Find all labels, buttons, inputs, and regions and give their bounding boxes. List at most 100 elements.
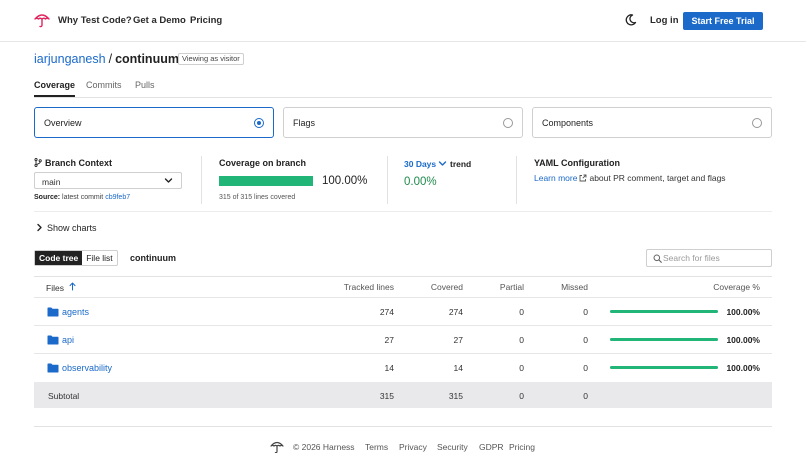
partial-column-header[interactable]: Partial — [480, 282, 524, 292]
footer-link-gdpr[interactable]: GDPR — [479, 442, 504, 452]
row-divider — [34, 325, 772, 326]
repo-breadcrumb: iarjunganesh / continuum — [34, 52, 179, 66]
source-commit-info: Source: latest commit cb9feb7 — [34, 194, 130, 201]
folder-icon — [47, 307, 59, 317]
coverage-percent-column-header[interactable]: Coverage % — [700, 282, 760, 292]
tracked-lines-cell: 27 — [384, 335, 394, 345]
tracked-lines-cell: 274 — [379, 307, 394, 317]
learn-more-link[interactable]: Learn more — [534, 173, 577, 183]
trend-value: 0.00% — [404, 176, 437, 188]
missed-column-header[interactable]: Missed — [545, 282, 588, 292]
branch-context-title: Branch Context — [34, 158, 112, 168]
tab-pulls[interactable]: Pulls — [135, 80, 155, 90]
covered-cell: 27 — [453, 335, 463, 345]
tab-commits[interactable]: Commits — [86, 80, 122, 90]
subtotal-missed: 0 — [583, 391, 588, 401]
coverage-bar-fill — [610, 310, 718, 313]
lines-covered-text: 315 of 315 lines covered — [219, 194, 296, 201]
code-tree-button[interactable]: Code tree — [35, 251, 83, 265]
covered-cell: 274 — [448, 307, 463, 317]
branch-icon — [34, 158, 42, 167]
subtotal-label: Subtotal — [48, 391, 80, 401]
nav-get-a-demo[interactable]: Get a Demo — [133, 15, 186, 26]
chevron-down-icon — [164, 178, 173, 183]
header-divider — [34, 297, 772, 298]
show-charts-toggle[interactable]: Show charts — [36, 223, 97, 233]
missed-cell: 0 — [583, 335, 588, 345]
components-option-label: Components — [542, 118, 594, 128]
footer-link-privacy[interactable]: Privacy — [399, 442, 427, 452]
show-charts-label: Show charts — [47, 223, 97, 233]
tab-coverage[interactable]: Coverage — [34, 80, 75, 90]
owner-link[interactable]: iarjunganesh — [34, 52, 106, 66]
page-footer: © 2026 Harness Terms Privacy Security GD… — [0, 440, 806, 453]
summary-divider — [387, 156, 388, 204]
trend-chevron-down-icon[interactable] — [438, 159, 447, 168]
nav-why-test-code[interactable]: Why Test Code? — [58, 15, 132, 26]
coverage-bar — [610, 338, 718, 341]
viewing-as-visitor-badge: Viewing as visitor — [178, 53, 244, 65]
missed-cell: 0 — [583, 307, 588, 317]
partial-cell: 0 — [519, 307, 524, 317]
external-link-icon — [580, 174, 587, 182]
file-list-button[interactable]: File list — [82, 251, 116, 265]
search-icon — [653, 254, 662, 263]
search-input[interactable] — [663, 252, 767, 264]
yaml-configuration-text: Learn more about PR comment, target and … — [534, 173, 726, 183]
flags-option-label: Flags — [293, 118, 316, 128]
files-column-header[interactable]: Files — [46, 282, 76, 293]
tracked-lines-cell: 14 — [384, 363, 394, 373]
components-radio[interactable] — [752, 118, 762, 128]
folder-icon — [47, 335, 59, 345]
coverage-bar-fill — [610, 366, 718, 369]
footer-link-pricing[interactable]: Pricing — [509, 442, 535, 452]
flags-radio[interactable] — [503, 118, 513, 128]
file-search-box[interactable] — [646, 249, 772, 267]
overview-radio[interactable] — [254, 118, 264, 128]
codecov-umbrella-logo-icon[interactable] — [34, 12, 50, 28]
file-link-agents[interactable]: agents — [62, 307, 89, 317]
coverage-bar — [610, 366, 718, 369]
footer-link-security[interactable]: Security — [437, 442, 468, 452]
flags-option-card[interactable]: Flags — [283, 107, 523, 138]
sort-ascending-arrow-icon — [69, 282, 76, 291]
partial-cell: 0 — [519, 335, 524, 345]
subtotal-row: Subtotal 315 315 0 0 — [34, 382, 772, 408]
components-option-card[interactable]: Components — [532, 107, 772, 138]
commit-sha-link[interactable]: cb9feb7 — [105, 194, 130, 201]
file-link-api[interactable]: api — [62, 335, 74, 345]
partial-cell: 0 — [519, 363, 524, 373]
source-label: Source: — [34, 194, 61, 201]
yaml-configuration-title: YAML Configuration — [534, 158, 620, 168]
view-mode-toggle: Code tree File list — [34, 250, 118, 266]
covered-column-header[interactable]: Covered — [410, 282, 463, 292]
top-navigation-bar: Why Test Code? Get a Demo Pricing Log in… — [0, 0, 806, 42]
branch-select[interactable]: main — [34, 172, 182, 189]
branch-context-label: Branch Context — [45, 158, 113, 168]
footer-link-terms[interactable]: Terms — [365, 442, 388, 452]
start-free-trial-button[interactable]: Start Free Trial — [683, 12, 763, 30]
tracked-lines-column-header[interactable]: Tracked lines — [330, 282, 394, 292]
file-link-observability[interactable]: observability — [62, 363, 112, 373]
tabs-divider — [34, 97, 772, 98]
files-header-label: Files — [46, 283, 64, 293]
summary-bottom-divider — [34, 211, 772, 212]
subtotal-partial: 0 — [519, 391, 524, 401]
coverage-progress-bar — [219, 176, 313, 186]
summary-divider — [516, 156, 517, 204]
coverage-percent-cell: 100.00% — [726, 307, 760, 317]
login-link[interactable]: Log in — [650, 15, 679, 26]
coverage-percent-cell: 100.00% — [726, 335, 760, 345]
missed-cell: 0 — [583, 363, 588, 373]
folder-icon — [47, 363, 59, 373]
table-bottom-divider — [34, 426, 772, 427]
source-text: latest commit — [62, 194, 104, 201]
nav-pricing[interactable]: Pricing — [190, 15, 222, 26]
trend-period-dropdown[interactable]: 30 Days — [404, 159, 436, 169]
repo-name: continuum — [115, 52, 179, 66]
dark-mode-moon-icon[interactable] — [623, 13, 637, 27]
coverage-percent-cell: 100.00% — [726, 363, 760, 373]
overview-option-card[interactable]: Overview — [34, 107, 274, 138]
trend-label: trend — [450, 159, 472, 169]
overview-option-label: Overview — [44, 118, 82, 128]
